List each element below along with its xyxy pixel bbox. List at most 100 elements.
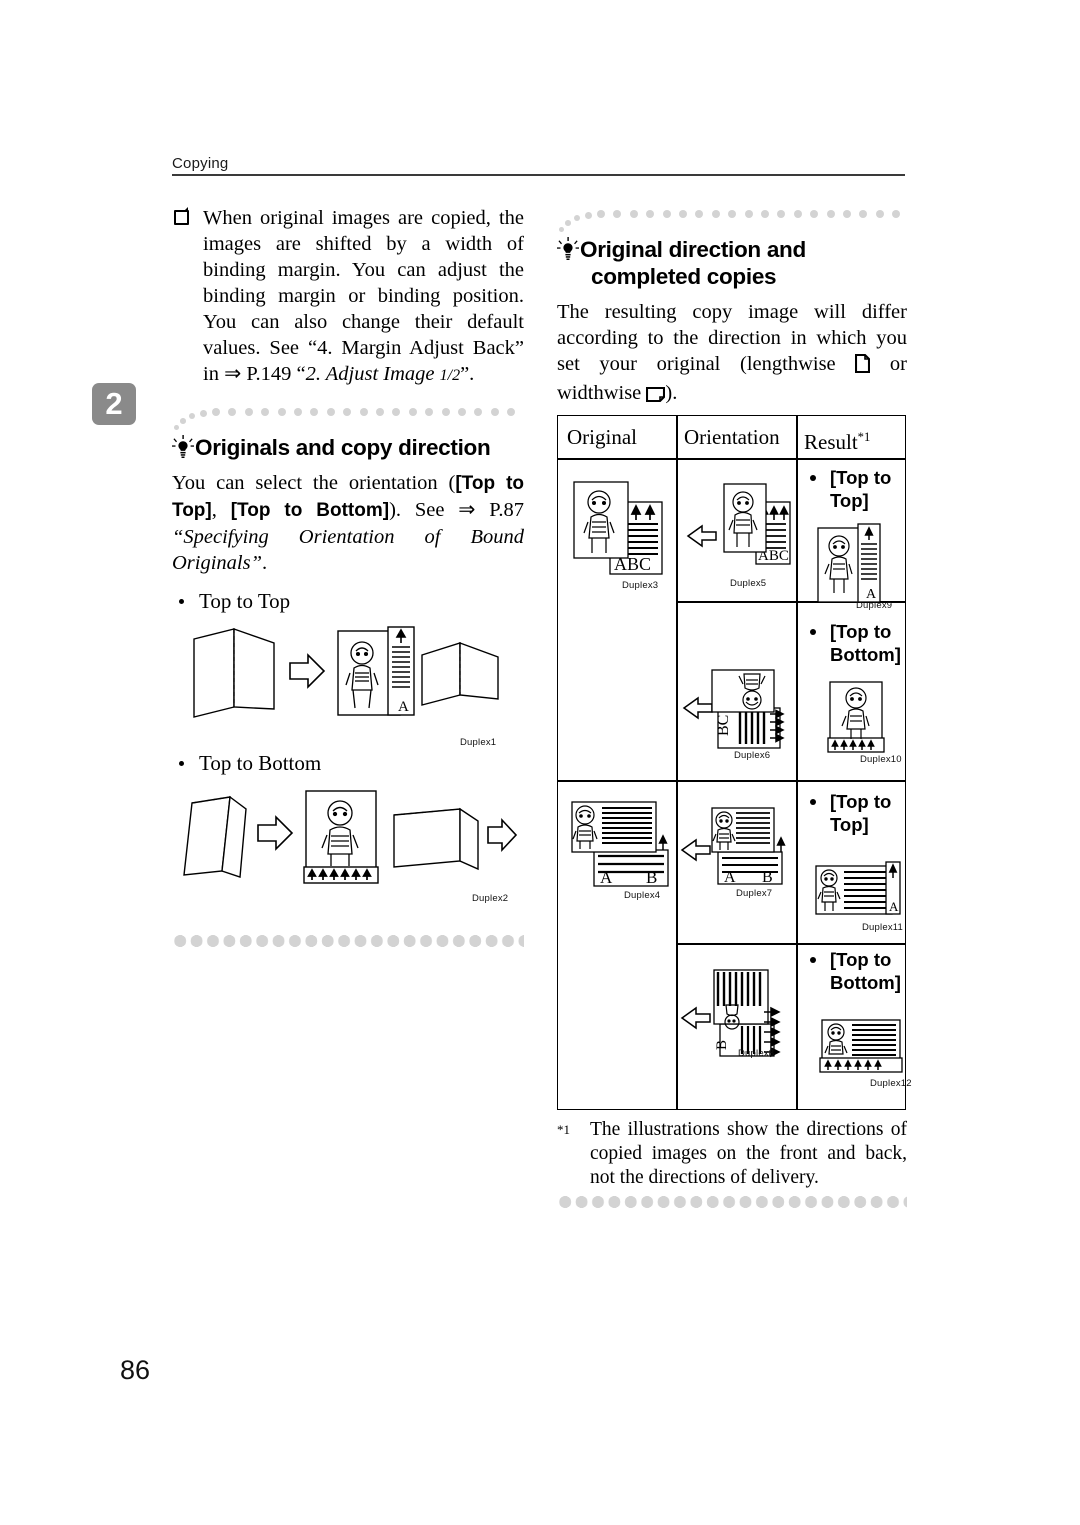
dot: [359, 408, 368, 416]
tip-heading-label: Originals and copy direction: [195, 435, 491, 460]
lightbulb-icon: [172, 435, 195, 461]
dot: [646, 210, 655, 218]
footnote-marker: *1: [857, 430, 871, 444]
dot: [826, 210, 835, 218]
table-cell-orientation-row2b: B Duplex8: [680, 962, 792, 1079]
dot: [679, 210, 687, 218]
dot: [744, 210, 753, 218]
table-subrow-divider-2: [676, 943, 905, 945]
dot: [574, 215, 581, 222]
result-label-row1b: [Top to Bottom]: [804, 620, 930, 666]
figure-caption: Duplex5: [730, 578, 767, 589]
tip-heading-label: Original direction and completed copies: [580, 236, 806, 290]
bullet-item-top-to-bottom: Top to Bottom: [172, 750, 524, 777]
figure-caption: Duplex9: [856, 600, 893, 611]
tip-body-part1: You can select the orientation (: [172, 472, 456, 494]
dot: [695, 210, 704, 218]
figure-caption: Duplex10: [860, 754, 902, 765]
bullet-dot-icon: [810, 957, 816, 963]
table-column-divider-1: [676, 416, 678, 1109]
dot: [228, 408, 237, 416]
table-cell-original-row1: ABC Duplex3: [566, 476, 672, 599]
table-column-divider-2: [796, 416, 798, 1109]
dot: [261, 408, 270, 416]
table-cell-orientation-row2a: A B Duplex7: [680, 796, 792, 909]
svg-text:A: A: [600, 868, 613, 887]
table-cell-result-row1a: A Duplex9: [810, 522, 902, 615]
dot: [662, 210, 671, 218]
figure-caption: Duplex3: [622, 580, 659, 591]
dot: [728, 210, 737, 218]
header-rule: [172, 174, 905, 176]
table-cell-result-row2a: A Duplex11: [810, 856, 906, 933]
table-header-original: Original: [567, 425, 637, 449]
dot: [326, 408, 335, 416]
bullet-label: Top to Top: [199, 589, 291, 613]
dot: [277, 408, 286, 416]
dot: [810, 210, 819, 218]
dot: [343, 408, 352, 416]
figure-caption: Duplex4: [624, 890, 661, 901]
result-label-text: [Top to Top]: [830, 791, 892, 835]
dot: [212, 408, 220, 416]
bullet-list-top-to-bottom: Top to Bottom: [172, 750, 524, 777]
result-label-row2a: [Top to Top]: [804, 790, 926, 836]
svg-text:BC: BC: [715, 715, 732, 736]
limitation-text-part3: ”.: [460, 363, 475, 385]
limitation-text-part1: When original images are copied, the ima…: [203, 207, 524, 385]
dot: [711, 210, 720, 218]
limitation-note: When original images are copied, the ima…: [172, 205, 524, 389]
tip-body-originals: You can select the orientation ( [Top to …: [172, 470, 524, 576]
result-label-text: [Top to Bottom]: [830, 621, 901, 665]
bullet-label: Top to Bottom: [199, 751, 322, 775]
limitation-text-part2: P.149 “: [241, 363, 306, 385]
bullet-list-top-to-top: Top to Top: [172, 588, 524, 615]
bullet-dot-icon: [179, 599, 184, 604]
table-row-divider: [558, 780, 905, 782]
limitation-italic-title: 2. Adjust Image: [305, 363, 440, 385]
table-header-result: Result*1: [804, 425, 870, 454]
tip-body-italic: “Specifying Orientation of Bound Origina…: [172, 526, 524, 574]
result-label-text: [Top to Bottom]: [830, 949, 901, 993]
keyword-top-to-bottom: [Top to Bottom]: [230, 500, 390, 521]
bullet-dot-icon: [179, 761, 184, 766]
dot: [859, 210, 868, 218]
dot: [892, 210, 901, 218]
left-column: When original images are copied, the ima…: [172, 205, 524, 947]
dot: [559, 227, 564, 232]
result-label-row2b: [Top to Bottom]: [804, 948, 930, 994]
dot: [174, 425, 179, 430]
dot: [180, 418, 186, 424]
figure-duplex2: Duplex2: [172, 783, 524, 913]
dotted-separator-top-right: [557, 205, 907, 233]
table-cell-result-row2b: Duplex12: [814, 1016, 912, 1089]
svg-text:A: A: [398, 699, 409, 715]
dot: [777, 210, 786, 218]
dot: [629, 210, 638, 218]
arrow-glyph: ⇒: [458, 499, 476, 521]
tip-heading-original-direction: Original direction and completed copies: [557, 236, 907, 290]
dot: [565, 220, 571, 226]
svg-text:A: A: [889, 899, 899, 914]
dot: [458, 408, 466, 416]
bullet-dot-icon: [810, 799, 816, 805]
dot: [200, 410, 208, 418]
dot: [843, 210, 851, 218]
figure-duplex1: A Duplex1: [172, 621, 524, 756]
dot: [425, 408, 434, 416]
tip-body-original-direction: The resulting copy image will differ acc…: [557, 299, 907, 409]
dot: [392, 408, 401, 416]
dot: [294, 408, 302, 416]
figure-caption: Duplex7: [736, 888, 773, 899]
dot: [189, 413, 196, 420]
table-cell-orientation-row1b: BC Duplex6: [682, 654, 794, 771]
dot: [376, 408, 384, 416]
figure-caption: Duplex8: [738, 1048, 775, 1059]
tip-body-part5: .: [262, 552, 268, 574]
svg-text:B: B: [714, 1040, 730, 1050]
dotted-separator-bottom-left: [172, 935, 524, 947]
svg-text:B: B: [762, 869, 773, 886]
copy-direction-table: Original Orientation Result*1 ABC Duplex…: [557, 415, 912, 1110]
tip-body-part3: ). See: [389, 499, 459, 521]
bullet-dot-icon: [810, 629, 816, 635]
